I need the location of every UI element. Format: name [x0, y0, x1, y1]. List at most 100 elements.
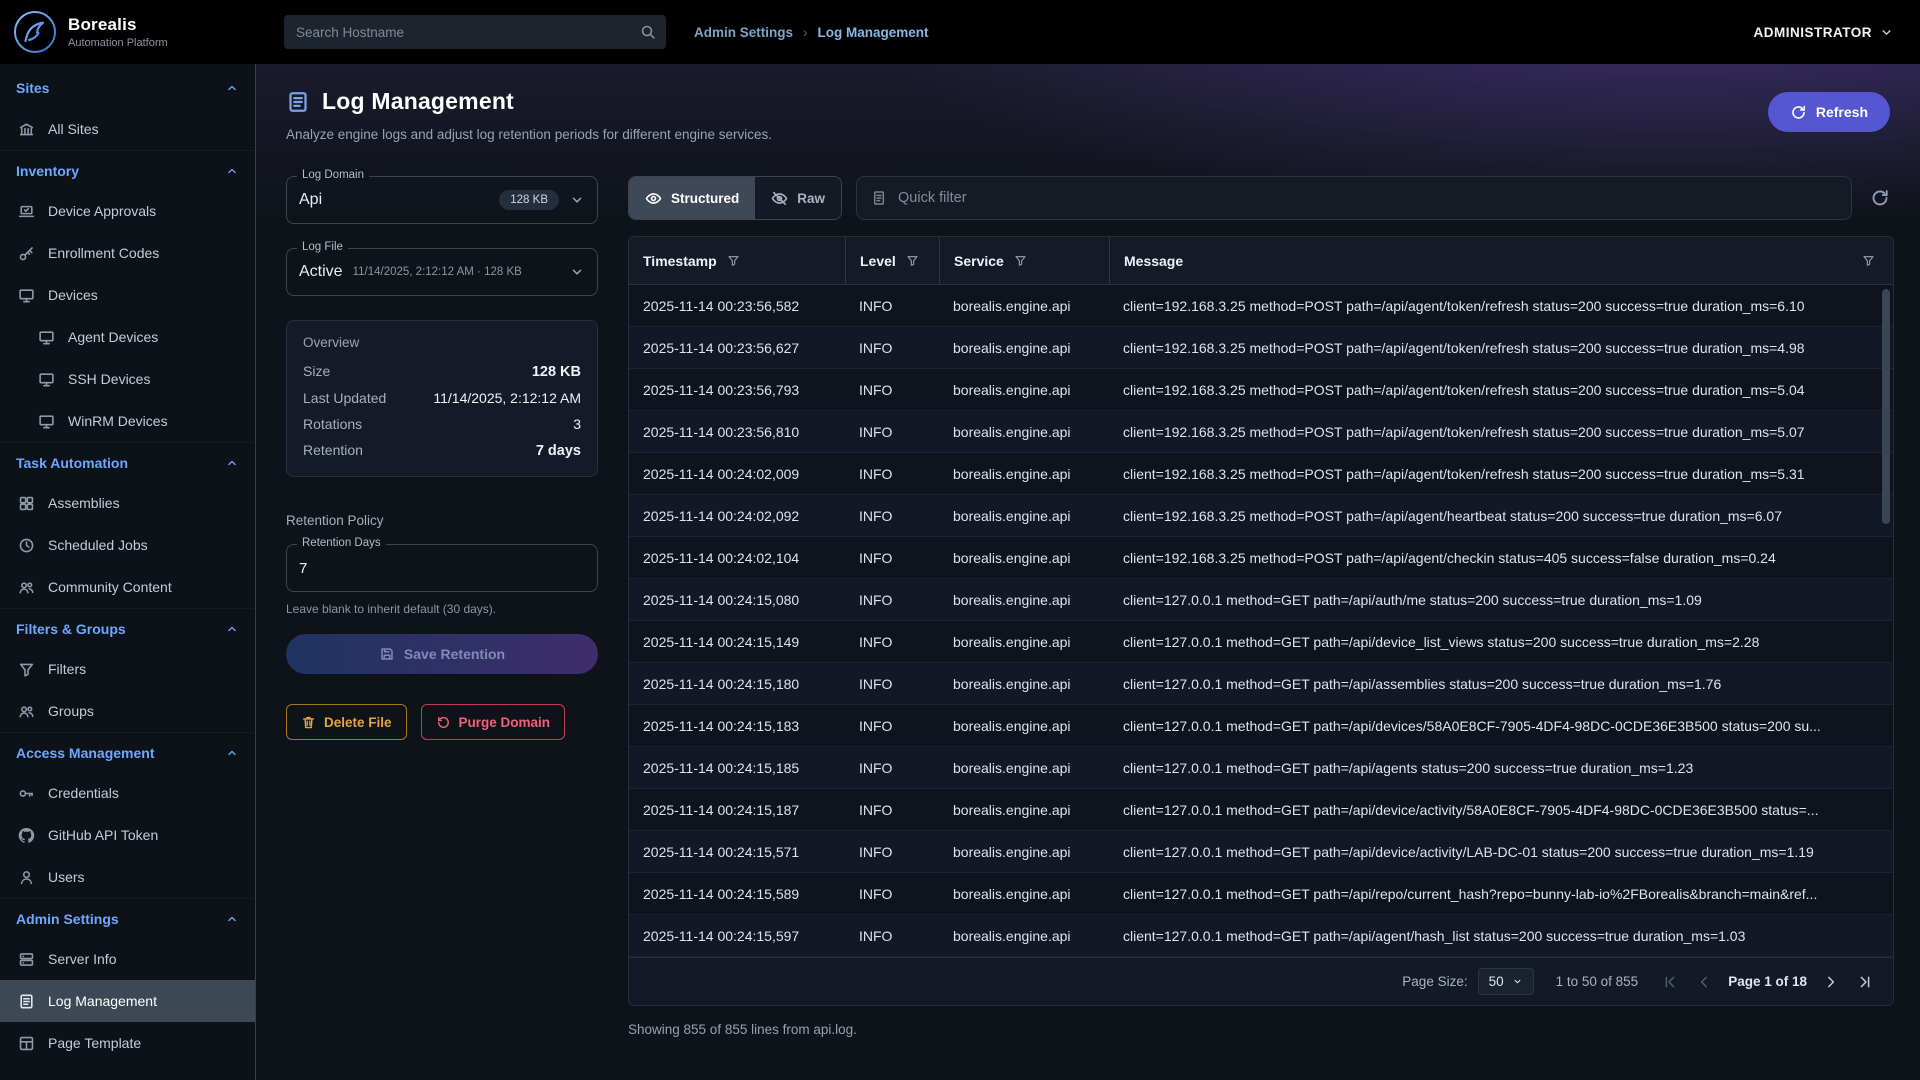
- sidebar-item-ssh-devices[interactable]: SSH Devices: [0, 358, 255, 400]
- log-row[interactable]: 2025-11-14 00:24:15,187INFOborealis.engi…: [629, 789, 1893, 831]
- sidebar-item-scheduled-jobs[interactable]: Scheduled Jobs: [0, 524, 255, 566]
- doc-icon: [871, 190, 887, 206]
- sidebar-item-credentials[interactable]: Credentials: [0, 772, 255, 814]
- overview-row: Last Updated11/14/2025, 2:12:12 AM: [303, 385, 581, 411]
- overview-title: Overview: [303, 335, 581, 350]
- sidebar-section-filters-groups[interactable]: Filters & Groups: [0, 608, 255, 648]
- sidebar-section-admin-settings[interactable]: Admin Settings: [0, 898, 255, 938]
- filter-icon[interactable]: [1014, 254, 1027, 267]
- sidebar-item-enrollment-codes[interactable]: Enrollment Codes: [0, 232, 255, 274]
- log-row[interactable]: 2025-11-14 00:24:02,104INFOborealis.engi…: [629, 537, 1893, 579]
- sidebar-section-access-management[interactable]: Access Management: [0, 732, 255, 772]
- column-header-timestamp[interactable]: Timestamp: [629, 237, 845, 284]
- filter-icon[interactable]: [906, 254, 919, 267]
- log-row[interactable]: 2025-11-14 00:23:56,793INFOborealis.engi…: [629, 369, 1893, 411]
- log-row[interactable]: 2025-11-14 00:24:15,185INFOborealis.engi…: [629, 747, 1893, 789]
- log-row[interactable]: 2025-11-14 00:23:56,582INFOborealis.engi…: [629, 285, 1893, 327]
- log-row[interactable]: 2025-11-14 00:24:15,080INFOborealis.engi…: [629, 579, 1893, 621]
- sidebar-item-github-api-token[interactable]: GitHub API Token: [0, 814, 255, 856]
- log-cell-service: borealis.engine.api: [939, 550, 1109, 566]
- search-input[interactable]: [284, 15, 666, 49]
- breadcrumb-parent[interactable]: Admin Settings: [694, 25, 793, 40]
- table-scrollbar[interactable]: [1882, 289, 1890, 953]
- filter-icon[interactable]: [727, 254, 740, 267]
- raw-view-button[interactable]: Raw: [755, 177, 841, 219]
- sidebar-nav: SitesAll SitesInventoryDevice Approvals E…: [0, 64, 255, 1064]
- first-page-button[interactable]: [1660, 972, 1680, 992]
- delete-file-button[interactable]: Delete File: [286, 704, 407, 740]
- chevron-up-icon: [225, 81, 239, 95]
- sidebar-section-sites[interactable]: Sites: [0, 68, 255, 108]
- scrollbar-thumb[interactable]: [1882, 289, 1890, 524]
- log-row[interactable]: 2025-11-14 00:24:02,092INFOborealis.engi…: [629, 495, 1893, 537]
- sidebar-item-label: Filters: [48, 661, 86, 677]
- retention-days-input[interactable]: [299, 560, 585, 577]
- sidebar-item-devices[interactable]: Devices: [0, 274, 255, 316]
- people-icon: [18, 579, 35, 596]
- sidebar-item-assemblies[interactable]: Assemblies: [0, 482, 255, 524]
- purge-domain-button[interactable]: Purge Domain: [421, 704, 566, 740]
- overview-row: Size128 KB: [303, 358, 581, 385]
- sidebar-section-task-automation[interactable]: Task Automation: [0, 442, 255, 482]
- sidebar-item-page-template[interactable]: Page Template: [0, 1022, 255, 1064]
- quick-filter-input[interactable]: [898, 190, 1837, 206]
- breadcrumb-current[interactable]: Log Management: [818, 25, 929, 40]
- log-row[interactable]: 2025-11-14 00:24:02,009INFOborealis.engi…: [629, 453, 1893, 495]
- user-menu[interactable]: ADMINISTRATOR: [1754, 25, 1895, 40]
- main-content: Log Management Analyze engine logs and a…: [256, 64, 1920, 1080]
- save-retention-button[interactable]: Save Retention: [286, 634, 598, 674]
- raw-view-label: Raw: [797, 191, 825, 206]
- content-row: Log Domain Api 128 KB Log File Active 11…: [256, 162, 1920, 1037]
- save-icon: [379, 646, 395, 662]
- log-row[interactable]: 2025-11-14 00:24:15,571INFOborealis.engi…: [629, 831, 1893, 873]
- log-row[interactable]: 2025-11-14 00:23:56,627INFOborealis.engi…: [629, 327, 1893, 369]
- prev-page-button[interactable]: [1694, 972, 1714, 992]
- column-header-message[interactable]: Message: [1109, 237, 1893, 284]
- sidebar-item-all-sites[interactable]: All Sites: [0, 108, 255, 150]
- structured-view-button[interactable]: Structured: [629, 177, 755, 219]
- refresh-button[interactable]: Refresh: [1768, 92, 1890, 132]
- column-header-service[interactable]: Service: [939, 237, 1109, 284]
- sidebar-item-community-content[interactable]: Community Content: [0, 566, 255, 608]
- last-page-button[interactable]: [1855, 972, 1875, 992]
- next-page-button[interactable]: [1821, 972, 1841, 992]
- log-domain-select[interactable]: Log Domain Api 128 KB: [286, 176, 598, 224]
- log-row[interactable]: 2025-11-14 00:24:15,183INFOborealis.engi…: [629, 705, 1893, 747]
- log-row[interactable]: 2025-11-14 00:24:15,180INFOborealis.engi…: [629, 663, 1893, 705]
- page-subtitle: Analyze engine logs and adjust log reten…: [286, 127, 772, 142]
- sidebar-item-agent-devices[interactable]: Agent Devices: [0, 316, 255, 358]
- sidebar-item-filters[interactable]: Filters: [0, 648, 255, 690]
- log-file-select[interactable]: Log File Active 11/14/2025, 2:12:12 AM ·…: [286, 248, 598, 296]
- log-cell-message: client=192.168.3.25 method=POST path=/ap…: [1109, 508, 1893, 524]
- sidebar-section-inventory[interactable]: Inventory: [0, 150, 255, 190]
- log-row[interactable]: 2025-11-14 00:24:15,149INFOborealis.engi…: [629, 621, 1893, 663]
- filter-icon[interactable]: [1862, 254, 1875, 267]
- reload-logs-button[interactable]: [1866, 184, 1894, 212]
- refresh-icon: [1790, 104, 1807, 121]
- overview-label: Rotations: [303, 416, 362, 432]
- search-icon[interactable]: [640, 24, 656, 40]
- trash-icon: [301, 715, 316, 730]
- sidebar-item-server-info[interactable]: Server Info: [0, 938, 255, 980]
- sidebar-item-label: Enrollment Codes: [48, 245, 159, 261]
- sidebar-item-log-management[interactable]: Log Management: [0, 980, 255, 1022]
- people-icon: [18, 703, 35, 720]
- sidebar-item-winrm-devices[interactable]: WinRM Devices: [0, 400, 255, 442]
- log-cell-timestamp: 2025-11-14 00:24:15,080: [629, 592, 845, 608]
- sidebar-item-label: Page Template: [48, 1035, 141, 1051]
- log-cell-message: client=127.0.0.1 method=GET path=/api/de…: [1109, 634, 1893, 650]
- log-row[interactable]: 2025-11-14 00:23:56,810INFOborealis.engi…: [629, 411, 1893, 453]
- log-cell-timestamp: 2025-11-14 00:24:15,571: [629, 844, 845, 860]
- log-row[interactable]: 2025-11-14 00:24:15,589INFOborealis.engi…: [629, 873, 1893, 915]
- brand[interactable]: Borealis Automation Platform: [12, 9, 256, 55]
- log-cell-level: INFO: [845, 382, 939, 398]
- sidebar-item-groups[interactable]: Groups: [0, 690, 255, 732]
- log-cell-level: INFO: [845, 550, 939, 566]
- sidebar: SitesAll SitesInventoryDevice Approvals E…: [0, 64, 256, 1080]
- sidebar-item-users[interactable]: Users: [0, 856, 255, 898]
- log-cell-message: client=127.0.0.1 method=GET path=/api/de…: [1109, 802, 1893, 818]
- page-size-select[interactable]: 50: [1478, 968, 1534, 995]
- column-header-level[interactable]: Level: [845, 237, 939, 284]
- log-row[interactable]: 2025-11-14 00:24:15,597INFOborealis.engi…: [629, 915, 1893, 957]
- sidebar-item-device-approvals[interactable]: Device Approvals: [0, 190, 255, 232]
